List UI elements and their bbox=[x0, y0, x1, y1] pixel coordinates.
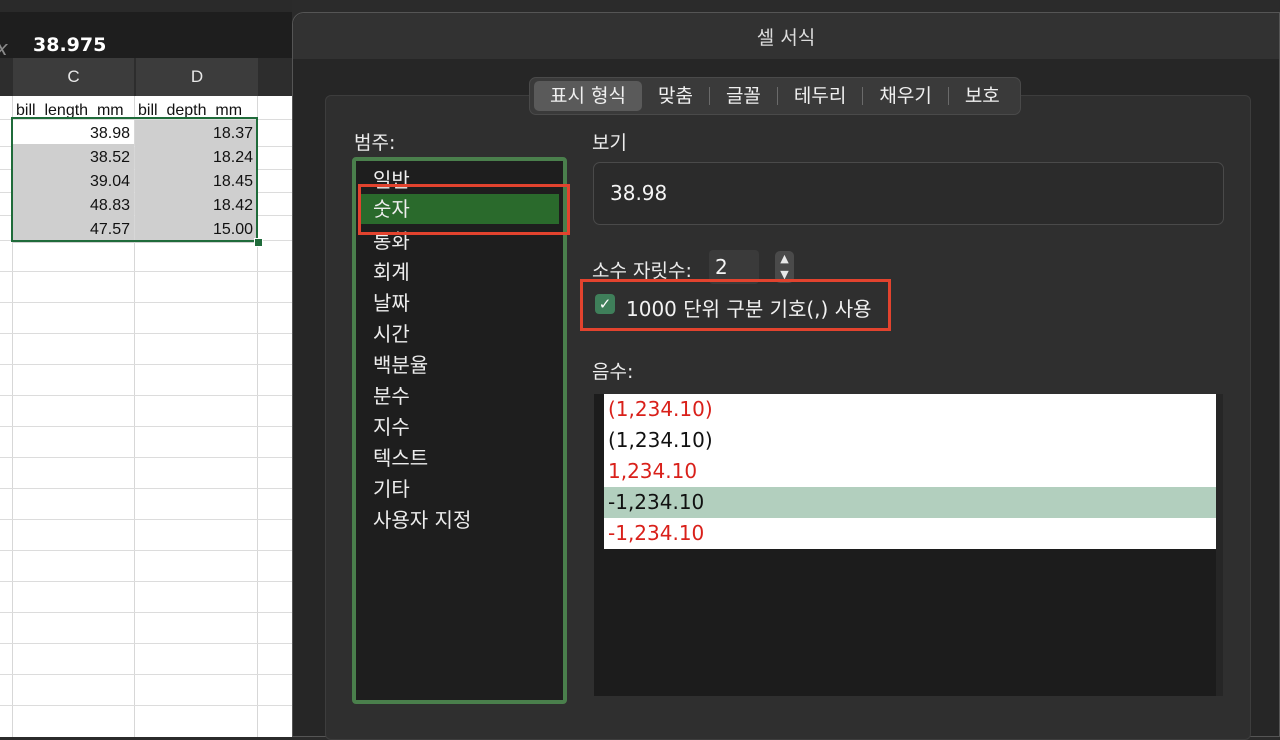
dialog-titlebar[interactable]: 셀 서식 bbox=[293, 13, 1279, 59]
category-item-scientific[interactable]: 지수 bbox=[373, 412, 410, 442]
negative-format-item[interactable]: 1,234.10 bbox=[608, 456, 1216, 487]
negative-numbers-label: 음수: bbox=[592, 361, 634, 383]
decimal-places-value: 2 bbox=[715, 255, 728, 279]
category-item-fraction[interactable]: 분수 bbox=[373, 381, 410, 411]
column-header-edge bbox=[0, 58, 12, 96]
negative-format-item[interactable]: (1,234.10) bbox=[608, 394, 1216, 425]
tab-bar: 표시 형식 맞춤 글꼴 테두리 채우기 보호 bbox=[529, 77, 1021, 115]
tab-number[interactable]: 표시 형식 bbox=[534, 81, 642, 111]
column-header-c[interactable]: C bbox=[13, 58, 134, 96]
preview-label: 보기 bbox=[592, 132, 627, 154]
tab-border[interactable]: 테두리 bbox=[778, 81, 862, 111]
preview-value: 38.98 bbox=[610, 181, 668, 205]
category-item-text[interactable]: 텍스트 bbox=[373, 443, 428, 473]
fx-icon: x bbox=[0, 36, 8, 60]
highlight-box-category bbox=[358, 184, 570, 235]
category-item-time[interactable]: 시간 bbox=[373, 319, 410, 349]
negative-numbers-list[interactable]: (1,234.10) (1,234.10) 1,234.10 -1,234.10… bbox=[594, 394, 1223, 696]
negative-format-item-selected[interactable]: -1,234.10 bbox=[604, 487, 1216, 518]
category-item-special[interactable]: 기타 bbox=[373, 474, 410, 504]
fill-handle[interactable] bbox=[254, 238, 263, 247]
toolbar-strip bbox=[0, 0, 292, 12]
tab-protection[interactable]: 보호 bbox=[949, 81, 1016, 111]
category-item-custom[interactable]: 사용자 지정 bbox=[373, 505, 471, 535]
dialog-title: 셀 서식 bbox=[756, 27, 816, 49]
category-item-accounting[interactable]: 회계 bbox=[373, 257, 410, 287]
list-scrollbar[interactable] bbox=[1216, 394, 1223, 696]
tab-font[interactable]: 글꼴 bbox=[710, 81, 777, 111]
tab-fill[interactable]: 채우기 bbox=[863, 81, 947, 111]
category-list[interactable]: 일반 숫자 통화 회계 날짜 시간 백분율 분수 지수 텍스트 기타 사용자 지… bbox=[352, 157, 567, 704]
column-header-d[interactable]: D bbox=[136, 58, 258, 96]
separator-checkbox[interactable]: ✓ bbox=[595, 294, 615, 314]
negative-format-item[interactable]: -1,234.10 bbox=[608, 518, 1216, 549]
category-item-date[interactable]: 날짜 bbox=[373, 288, 410, 318]
negative-format-item[interactable]: (1,234.10) bbox=[608, 425, 1216, 456]
preview-box: 38.98 bbox=[593, 162, 1224, 225]
category-item-percentage[interactable]: 백분율 bbox=[373, 350, 428, 380]
selection-border bbox=[11, 117, 258, 242]
chevron-up-icon[interactable]: ▲ bbox=[775, 251, 794, 267]
separator-checkbox-label[interactable]: 1000 단위 구분 기호(,) 사용 bbox=[626, 293, 872, 322]
formula-bar[interactable]: x 38.975 bbox=[0, 12, 292, 60]
formula-value[interactable]: 38.975 bbox=[33, 34, 106, 56]
column-header-row: C D bbox=[0, 58, 292, 96]
category-label: 범주: bbox=[354, 132, 396, 154]
spreadsheet: x 38.975 C D bill_length_mm bill_depth_m… bbox=[0, 0, 292, 737]
tab-alignment[interactable]: 맞춤 bbox=[642, 81, 709, 111]
